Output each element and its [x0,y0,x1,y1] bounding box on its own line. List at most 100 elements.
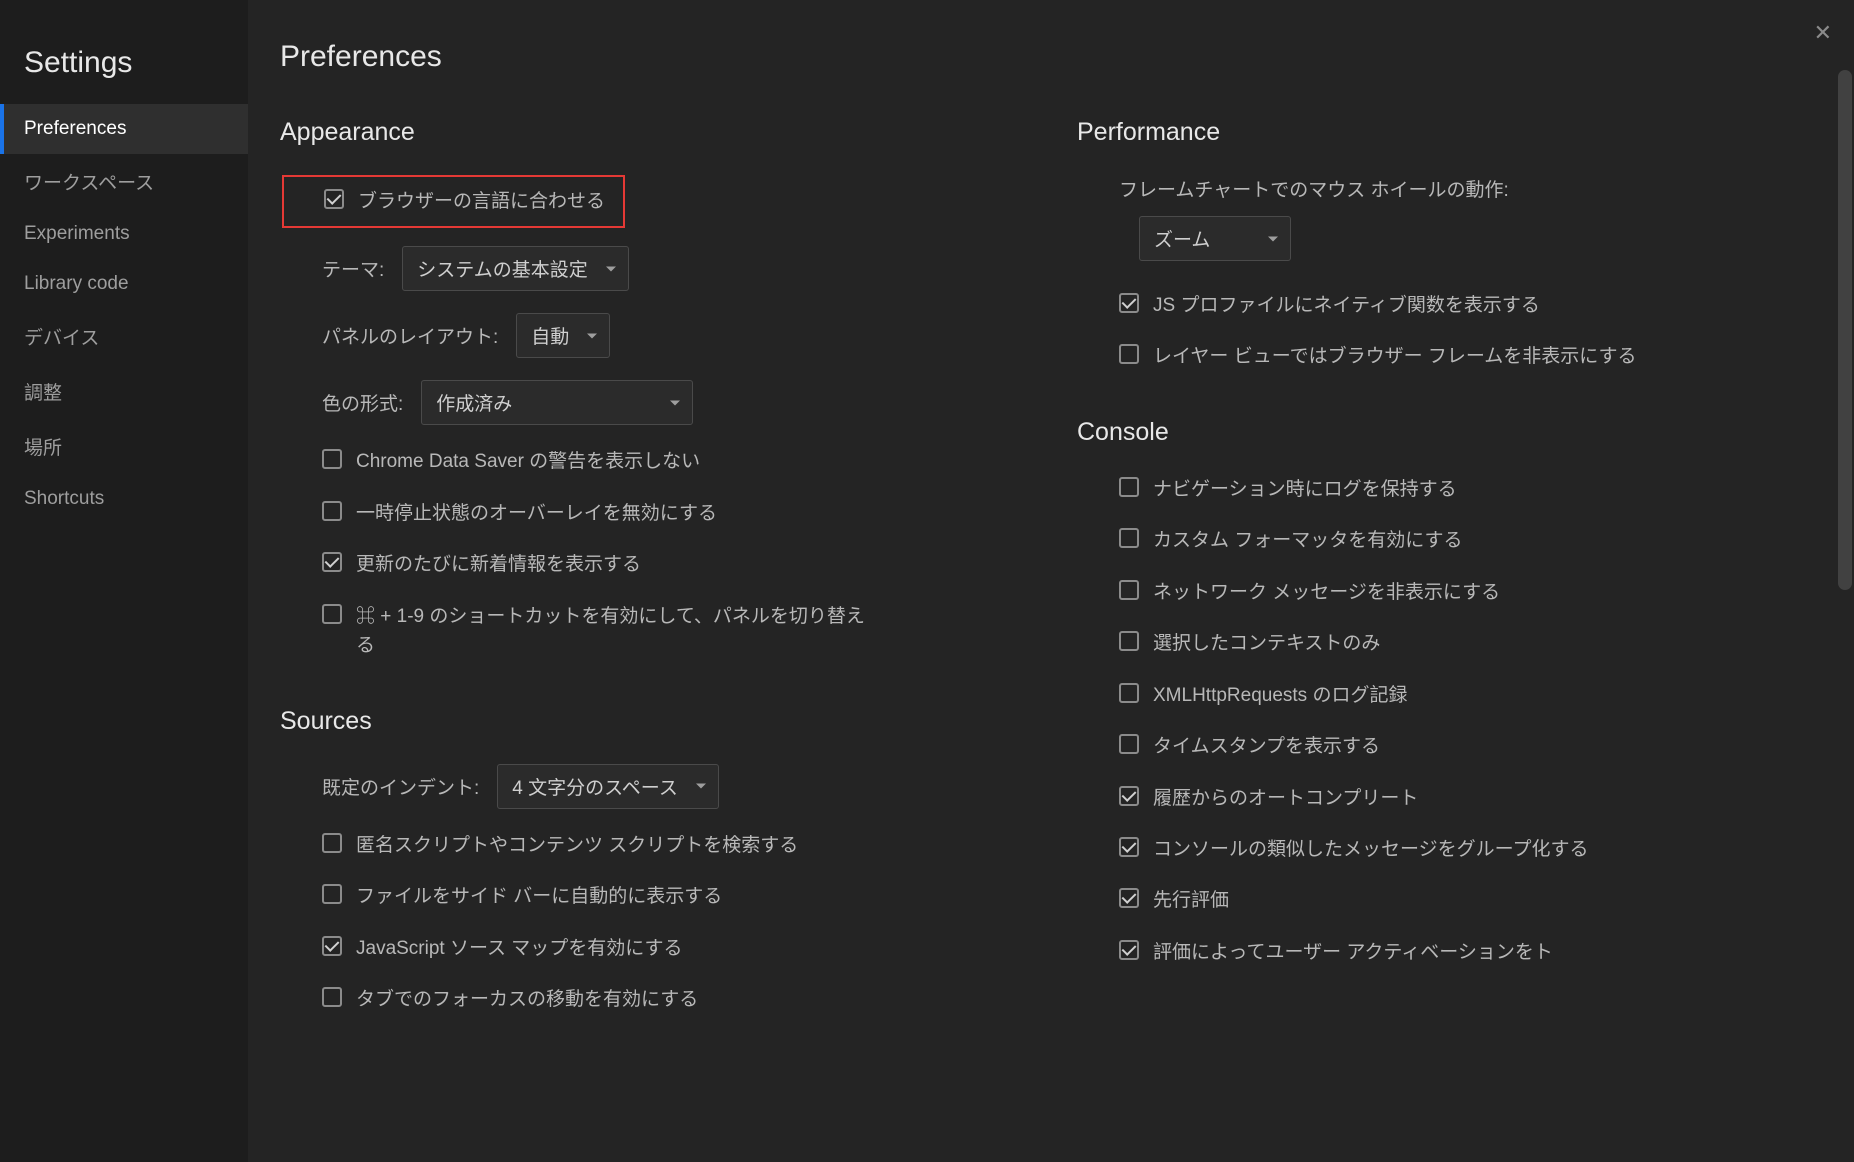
checkbox-custom-formatters[interactable] [1119,528,1139,548]
row-auto-reveal: ファイルをサイド バーに自動的に表示する [280,882,1017,911]
row-hide-browser-frames: レイヤー ビューではブラウザー フレームを非表示にする [1077,342,1814,371]
label-match-browser-language: ブラウザーの言語に合わせる [358,187,605,216]
row-color-format: 色の形式: 作成済み [280,380,1017,425]
sidebar-item-locations[interactable]: 場所 [0,419,248,474]
checkbox-js-source-maps[interactable] [322,936,342,956]
sidebar-item-experiments[interactable]: Experiments [0,209,248,259]
label-color-format: 色の形式: [322,389,403,416]
checkbox-match-browser-language[interactable] [324,189,344,209]
row-disable-pause-overlay: 一時停止状態のオーバーレイを無効にする [280,499,1017,528]
label-disable-pause-overlay: 一時停止状態のオーバーレイを無効にする [356,499,717,528]
row-custom-formatters: カスタム フォーマッタを有効にする [1077,526,1814,555]
section-title-performance: Performance [1077,118,1814,147]
row-chrome-data-saver: Chrome Data Saver の警告を表示しない [280,447,1017,476]
label-custom-formatters: カスタム フォーマッタを有効にする [1153,526,1462,555]
checkbox-disable-pause-overlay[interactable] [322,501,342,521]
row-indent: 既定のインデント: 4 文字分のスペース [280,764,1017,809]
section-title-appearance: Appearance [280,118,1017,147]
settings-sidebar: Settings Preferences ワークスペース Experiments… [0,0,248,1162]
select-panel-layout[interactable]: 自動 [516,313,610,358]
checkbox-log-xhr[interactable] [1119,683,1139,703]
scrollbar[interactable] [1838,70,1852,590]
label-preserve-log: ナビゲーション時にログを保持する [1153,475,1457,504]
label-autocomplete-history: 履歴からのオートコンプリート [1153,784,1418,813]
row-autocomplete-history: 履歴からのオートコンプリート [1077,784,1814,813]
label-indent: 既定のインデント: [322,773,479,800]
page-title: Preferences [280,40,1814,74]
select-theme[interactable]: システムの基本設定 [402,246,628,291]
section-performance: Performance フレームチャートでのマウス ホイールの動作: ズーム J… [1077,118,1814,372]
label-tab-focus: タブでのフォーカスの移動を有効にする [356,985,698,1014]
checkbox-timestamps[interactable] [1119,734,1139,754]
select-indent[interactable]: 4 文字分のスペース [497,764,719,809]
row-search-anon: 匿名スクリプトやコンテンツ スクリプトを検索する [280,831,1017,860]
sidebar-title: Settings [0,28,248,104]
sidebar-item-devices[interactable]: デバイス [0,309,248,364]
label-flamechart-wheel: フレームチャートでのマウス ホイールの動作: [1077,175,1814,202]
row-preserve-log: ナビゲーション時にログを保持する [1077,475,1814,504]
sidebar-item-throttling[interactable]: 調整 [0,364,248,419]
label-panel-layout: パネルのレイアウト: [322,322,498,349]
select-color-format[interactable]: 作成済み [421,380,693,425]
row-theme: テーマ: システムの基本設定 [280,246,1017,291]
label-selected-context: 選択したコンテキストのみ [1153,629,1380,658]
row-group-similar: コンソールの類似したメッセージをグループ化する [1077,835,1814,864]
close-icon[interactable]: ✕ [1814,20,1832,46]
label-search-anon: 匿名スクリプトやコンテンツ スクリプトを検索する [356,831,798,860]
row-match-browser-language: ブラウザーの言語に合わせる [282,175,625,228]
label-timestamps: タイムスタンプを表示する [1153,732,1380,761]
label-hide-browser-frames: レイヤー ビューではブラウザー フレームを非表示にする [1153,342,1636,371]
label-chrome-data-saver: Chrome Data Saver の警告を表示しない [356,447,700,476]
checkbox-eager-eval[interactable] [1119,888,1139,908]
row-log-xhr: XMLHttpRequests のログ記録 [1077,681,1814,710]
section-title-sources: Sources [280,707,1017,736]
left-column: Appearance ブラウザーの言語に合わせる テーマ: システムの基本設定 … [280,114,1017,1036]
label-theme: テーマ: [322,255,384,282]
label-show-whats-new: 更新のたびに新着情報を表示する [356,550,641,579]
row-panel-layout: パネルのレイアウト: 自動 [280,313,1017,358]
section-console: Console ナビゲーション時にログを保持する カスタム フォーマッタを有効に… [1077,418,1814,967]
row-js-source-maps: JavaScript ソース マップを有効にする [280,934,1017,963]
checkbox-user-activation[interactable] [1119,940,1139,960]
checkbox-hide-network[interactable] [1119,580,1139,600]
checkbox-cmd-shortcut[interactable] [322,604,342,624]
label-user-activation: 評価によってユーザー アクティベーションをト [1153,938,1553,967]
row-show-native: JS プロファイルにネイティブ関数を表示する [1077,291,1814,320]
row-cmd-shortcut: ⌘ + 1-9 のショートカットを有効にして、パネルを切り替える [280,602,1017,661]
row-selected-context: 選択したコンテキストのみ [1077,629,1814,658]
label-log-xhr: XMLHttpRequests のログ記録 [1153,681,1407,710]
label-js-source-maps: JavaScript ソース マップを有効にする [356,934,683,963]
label-cmd-shortcut: ⌘ + 1-9 のショートカットを有効にして、パネルを切り替える [356,602,876,661]
label-group-similar: コンソールの類似したメッセージをグループ化する [1153,835,1588,864]
sidebar-item-library-code[interactable]: Library code [0,259,248,309]
checkbox-autocomplete-history[interactable] [1119,786,1139,806]
row-show-whats-new: 更新のたびに新着情報を表示する [280,550,1017,579]
checkbox-preserve-log[interactable] [1119,477,1139,497]
section-sources: Sources 既定のインデント: 4 文字分のスペース 匿名スクリプトやコンテ… [280,707,1017,1015]
sidebar-item-preferences[interactable]: Preferences [0,104,248,154]
select-flamechart-wheel[interactable]: ズーム [1139,216,1291,261]
main-panel: ✕ Preferences Appearance ブラウザーの言語に合わせる テ… [248,0,1854,1162]
checkbox-chrome-data-saver[interactable] [322,449,342,469]
row-tab-focus: タブでのフォーカスの移動を有効にする [280,985,1017,1014]
label-eager-eval: 先行評価 [1153,886,1229,915]
checkbox-show-whats-new[interactable] [322,552,342,572]
label-hide-network: ネットワーク メッセージを非表示にする [1153,578,1500,607]
checkbox-group-similar[interactable] [1119,837,1139,857]
sidebar-item-workspace[interactable]: ワークスペース [0,154,248,209]
checkbox-selected-context[interactable] [1119,631,1139,651]
section-appearance: Appearance ブラウザーの言語に合わせる テーマ: システムの基本設定 … [280,118,1017,661]
right-column: Performance フレームチャートでのマウス ホイールの動作: ズーム J… [1077,114,1814,1036]
label-show-native: JS プロファイルにネイティブ関数を表示する [1153,291,1540,320]
checkbox-tab-focus[interactable] [322,987,342,1007]
row-hide-network: ネットワーク メッセージを非表示にする [1077,578,1814,607]
checkbox-search-anon[interactable] [322,833,342,853]
checkbox-auto-reveal[interactable] [322,884,342,904]
row-timestamps: タイムスタンプを表示する [1077,732,1814,761]
checkbox-hide-browser-frames[interactable] [1119,344,1139,364]
row-user-activation: 評価によってユーザー アクティベーションをト [1077,938,1814,967]
sidebar-item-shortcuts[interactable]: Shortcuts [0,474,248,524]
label-auto-reveal: ファイルをサイド バーに自動的に表示する [356,882,722,911]
checkbox-show-native[interactable] [1119,293,1139,313]
row-eager-eval: 先行評価 [1077,886,1814,915]
